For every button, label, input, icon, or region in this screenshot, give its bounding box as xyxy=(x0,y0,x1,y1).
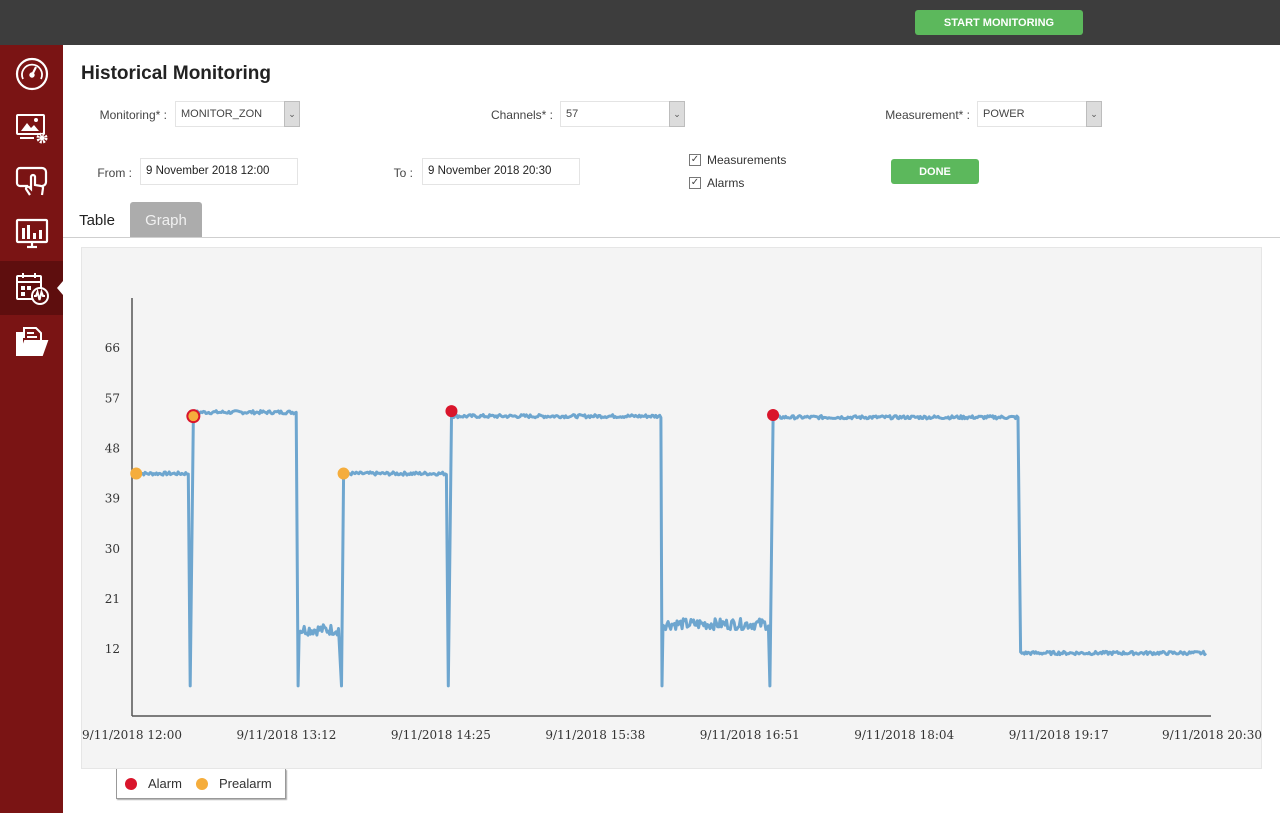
main-content: Historical Monitoring Monitoring* : MONI… xyxy=(63,45,1280,813)
x-tick-label: 9/11/2018 15:38 xyxy=(545,728,645,742)
sidebar-item-live-charts[interactable] xyxy=(0,207,63,261)
chevron-down-icon[interactable]: ⌄ xyxy=(284,101,300,127)
alarm-dot-icon xyxy=(125,777,137,790)
y-tick-label: 48 xyxy=(105,441,120,455)
x-tick-label: 9/11/2018 16:51 xyxy=(700,728,800,742)
start-monitoring-button[interactable]: START MONITORING xyxy=(915,10,1083,35)
chart-panel: 12 21 30 39 48 57 66 9/11/2018 12:00 9/11/2018 1… xyxy=(81,247,1262,769)
top-bar: START MONITORING xyxy=(0,0,1280,45)
checkbox-checked-icon[interactable]: ✓ xyxy=(689,177,701,189)
prealarm-marker xyxy=(130,467,143,480)
channels-value: 57 xyxy=(566,108,579,120)
chevron-down-icon[interactable]: ⌄ xyxy=(669,101,685,127)
legend-entry-prealarm[interactable]: Prealarm xyxy=(195,776,272,791)
touch-hand-icon xyxy=(15,166,47,196)
x-tick-label: 9/11/2018 14:25 xyxy=(391,728,491,742)
measurements-checkbox-label: Measurements xyxy=(707,153,787,167)
alarm-marker xyxy=(767,409,780,422)
legend-label-alarm: Alarm xyxy=(148,776,182,791)
checkbox-checked-icon[interactable]: ✓ xyxy=(689,154,701,166)
to-date-input[interactable]: 9 November 2018 20:30 xyxy=(422,158,580,185)
channels-label: Channels* : xyxy=(490,108,553,122)
from-date-input[interactable]: 9 November 2018 12:00 xyxy=(140,158,298,185)
monitoring-value: MONITOR_ZON xyxy=(181,108,263,120)
done-button[interactable]: DONE xyxy=(891,159,979,184)
y-tick-label: 12 xyxy=(105,642,120,656)
legend-entry-alarm[interactable]: Alarm xyxy=(125,776,182,791)
x-tick-label: 9/11/2018 19:17 xyxy=(1009,728,1109,742)
sidebar-item-touch-control[interactable] xyxy=(0,153,63,207)
sidebar-item-historical-monitoring[interactable] xyxy=(0,261,63,315)
calendar-waveform-icon xyxy=(15,273,49,305)
x-tick-label: 9/11/2018 12:00 xyxy=(82,728,182,742)
tabs-divider xyxy=(63,237,1280,238)
x-tick-label: 9/11/2018 13:12 xyxy=(236,728,336,742)
alarms-checkbox-label: Alarms xyxy=(707,176,745,190)
page-title: Historical Monitoring xyxy=(81,63,271,84)
measurement-select[interactable]: POWER ⌄ xyxy=(977,101,1102,127)
measurement-label: Measurement* : xyxy=(885,108,970,122)
sidebar-item-dashboard[interactable] xyxy=(0,47,63,101)
y-tick-label: 57 xyxy=(105,391,120,405)
x-tick-label: 9/11/2018 20:30 xyxy=(1162,728,1262,742)
measurements-checkbox[interactable]: ✓ Measurements xyxy=(689,153,786,167)
sidebar-item-display-settings[interactable] xyxy=(0,101,63,155)
tab-table[interactable]: Table xyxy=(68,202,126,238)
bar-chart-monitor-icon xyxy=(15,218,48,249)
y-tick-label: 30 xyxy=(105,542,120,556)
power-line-chart: 12 21 30 39 48 57 66 9/11/2018 12:00 9/11/2018 1… xyxy=(82,298,1262,742)
monitor-gear-icon xyxy=(15,114,47,144)
y-tick-label: 39 xyxy=(105,492,120,506)
alarm-marker xyxy=(445,405,458,418)
prealarm-marker xyxy=(337,467,350,480)
to-label: To : xyxy=(393,166,413,180)
folder-document-icon xyxy=(15,327,48,356)
legend-label-prealarm: Prealarm xyxy=(218,776,272,791)
from-label: From : xyxy=(97,166,132,180)
x-tick-label: 9/11/2018 18:04 xyxy=(854,728,954,742)
series-line-power xyxy=(135,409,1208,688)
measurement-value: POWER xyxy=(983,108,1025,120)
tab-graph[interactable]: Graph xyxy=(130,202,202,238)
y-tick-label: 21 xyxy=(105,592,120,606)
chevron-down-icon[interactable]: ⌄ xyxy=(1086,101,1102,127)
channels-select[interactable]: 57 ⌄ xyxy=(560,101,685,127)
sidebar xyxy=(0,45,63,813)
prealarm-marker xyxy=(188,411,199,422)
speedometer-icon xyxy=(15,57,48,91)
chart-legend: Alarm Prealarm xyxy=(116,769,286,799)
monitoring-select[interactable]: MONITOR_ZON ⌄ xyxy=(175,101,300,127)
prealarm-dot-icon xyxy=(195,777,208,790)
sidebar-item-reports[interactable] xyxy=(0,315,63,369)
alarms-checkbox[interactable]: ✓ Alarms xyxy=(689,176,744,190)
monitoring-label: Monitoring* : xyxy=(99,108,167,122)
y-tick-label: 66 xyxy=(105,341,120,355)
